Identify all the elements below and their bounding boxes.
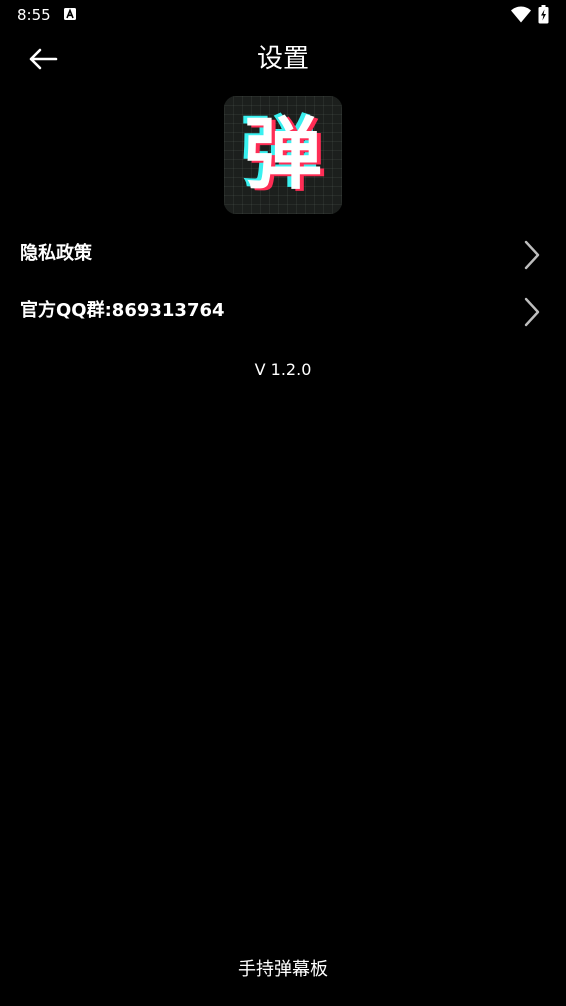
menu-item-qq-group[interactable]: 官方QQ群:869313764 <box>0 283 566 339</box>
status-bar: 8:55 <box>0 0 566 30</box>
chevron-right-icon <box>524 240 540 270</box>
app-bar: 设置 <box>0 30 566 88</box>
page-title: 设置 <box>256 44 309 74</box>
chevron-right-icon <box>524 297 540 327</box>
version-label: V 1.2.0 <box>254 360 312 379</box>
battery-charging-icon <box>538 5 549 24</box>
status-time: 8:55 <box>17 6 51 24</box>
menu-item-label: 隐私政策 <box>20 243 92 264</box>
menu-item-label: 官方QQ群:869313764 <box>20 300 225 321</box>
wifi-icon <box>511 6 531 23</box>
menu-item-privacy-policy[interactable]: 隐私政策 <box>0 226 566 282</box>
logo-glyph: 弹 <box>243 110 322 200</box>
notification-a-icon <box>64 8 76 20</box>
app-logo: 弹 弹 弹 <box>224 96 342 214</box>
footer-app-name: 手持弹幕板 <box>238 959 328 980</box>
